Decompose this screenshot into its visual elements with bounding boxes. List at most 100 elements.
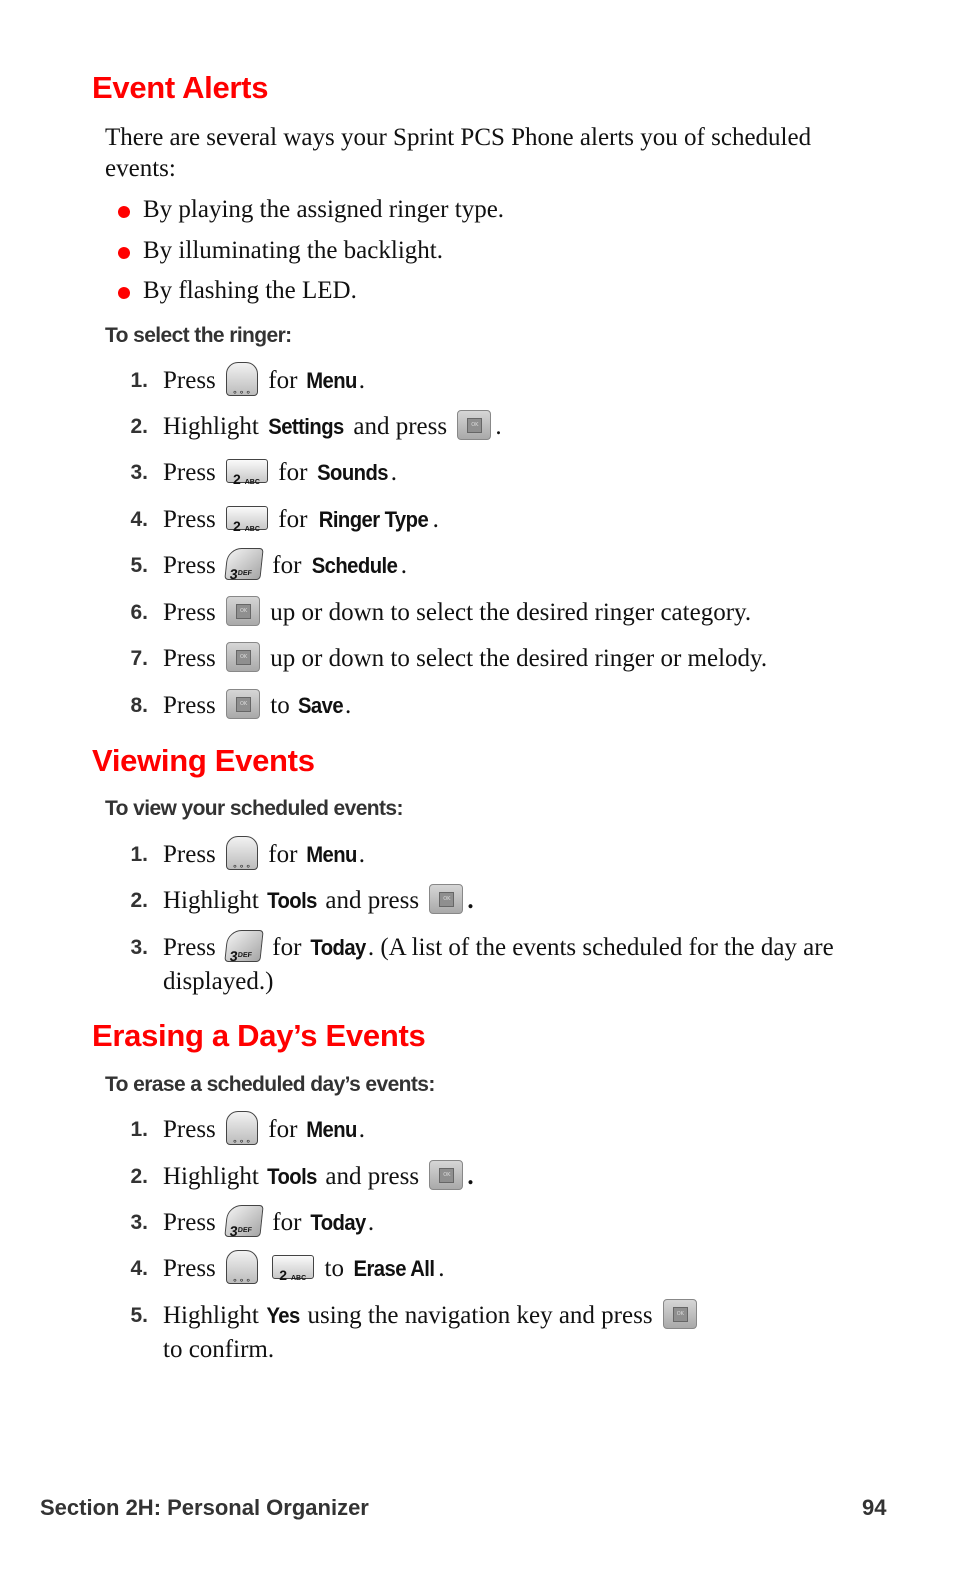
step-text: and press (353, 413, 448, 440)
ok-key-icon: OK (226, 596, 261, 627)
step-text: Press (163, 1255, 216, 1282)
ok-key-icon: OK (226, 689, 261, 720)
keyword: Yes (266, 1303, 301, 1328)
step-text: . (390, 459, 398, 486)
step-text: . (A list of the events scheduled for th… (163, 934, 834, 996)
step-text: Highlight (163, 1163, 259, 1190)
ok-key-icon: OK (662, 1299, 697, 1330)
bullet-text: By illuminating the backlight. (143, 237, 443, 264)
step-number: 1. (130, 369, 148, 392)
step-number: 1. (130, 1118, 148, 1141)
step-text: . (438, 1255, 445, 1282)
step-text: . (467, 1163, 474, 1190)
step-text: Press (163, 645, 216, 672)
keyword: Tools (267, 888, 317, 913)
3-def-key-icon: 3DEF (224, 1205, 264, 1239)
step-text: Press (163, 1116, 216, 1143)
step-number: 2. (130, 415, 148, 438)
subheading-select-ringer: To select the ringer: (105, 324, 292, 347)
step-text: Highlight (163, 413, 259, 440)
step-text: Highlight (163, 1302, 259, 1329)
step-number: 8. (130, 694, 148, 717)
step-number: 3. (130, 1211, 148, 1234)
step-text: to confirm. (163, 1336, 275, 1363)
step-text: and press (325, 1163, 420, 1190)
step-text: up or down to select the desired ringer … (270, 599, 752, 626)
step-text: . (358, 1116, 365, 1143)
ok-key-icon: OK (457, 410, 492, 441)
bullet-dot-icon (118, 287, 130, 299)
step-text: Press (163, 367, 216, 394)
subheading-erase-events: To erase a scheduled day’s events: (105, 1073, 435, 1096)
step-number: 4. (130, 508, 148, 531)
3-def-key-icon: 3DEF (224, 930, 264, 964)
keyword: Sounds (316, 460, 388, 485)
menu-key-icon: ∘∘∘ (226, 362, 259, 398)
step-text: to (324, 1255, 344, 1282)
3-def-key-icon: 3DEF (224, 548, 264, 582)
keyword: Today (310, 1210, 366, 1235)
step-text: Press (163, 934, 216, 961)
bullet-dot-icon (118, 247, 130, 259)
step-number: 1. (130, 843, 148, 866)
manual-page: Event Alerts There are several ways your… (0, 0, 954, 1590)
step-text: for (272, 1209, 302, 1236)
step-number: 3. (130, 936, 148, 959)
keyword: Menu (305, 1117, 357, 1142)
step-text: for (278, 459, 308, 486)
keyword: Ringer Type (318, 507, 428, 532)
bullet-dot-icon (118, 206, 130, 218)
keyword: Erase All (353, 1256, 435, 1281)
step-text: for (272, 934, 302, 961)
step-text: . (358, 367, 365, 394)
step-text: . (344, 692, 352, 719)
step-text: Press (163, 552, 216, 579)
bullet-text: By playing the assigned ringer type. (143, 196, 505, 223)
step-text: Press (163, 1209, 216, 1236)
footer-section-title: Section 2H: Personal Organizer (40, 1495, 369, 1520)
step-text: Highlight (163, 887, 259, 914)
step-text: for (268, 841, 298, 868)
step-text: . (467, 887, 474, 914)
2-abc-key-icon: 2 ABC (272, 1255, 315, 1283)
keyword: Schedule (311, 553, 397, 578)
step-text: up or down to select the desired ringer … (270, 645, 768, 672)
step-text: Press (163, 506, 216, 533)
step-text: to (270, 692, 290, 719)
step-text: . (432, 506, 439, 533)
step-text: and press (325, 887, 420, 914)
bullet-item: By flashing the LED. (118, 277, 357, 305)
step-text: Press (163, 599, 216, 626)
keyword: Today (310, 935, 366, 960)
step-number: 4. (130, 1257, 148, 1280)
keyword: Settings (268, 414, 344, 439)
step-text: . (400, 552, 407, 579)
ok-key-icon: OK (429, 884, 464, 915)
keyword: Save (297, 693, 344, 718)
step-number: 7. (130, 647, 148, 670)
step-text: for (268, 1116, 298, 1143)
step-number: 5. (130, 1304, 148, 1327)
2-abc-key-icon: 2 ABC (226, 506, 269, 534)
page-number: 94 (862, 1495, 887, 1520)
ok-key-icon: OK (429, 1160, 464, 1191)
keyword: Menu (305, 368, 357, 393)
bullet-item: By playing the assigned ringer type. (118, 196, 504, 224)
menu-key-icon: ∘∘∘ (226, 1250, 259, 1286)
step-number: 2. (130, 889, 148, 912)
bullet-item: By illuminating the backlight. (118, 237, 443, 265)
subheading-view-events: To view your scheduled events: (105, 797, 403, 820)
heading-viewing-events: Viewing Events (92, 743, 315, 778)
step-number: 3. (130, 461, 148, 484)
step-text: for (278, 506, 308, 533)
step-text: Press (163, 692, 216, 719)
keyword: Menu (305, 842, 357, 867)
heading-erasing-events: Erasing a Day’s Events (92, 1018, 426, 1053)
step-text: Press (163, 459, 216, 486)
ok-key-icon: OK (226, 642, 261, 673)
step-text: for (272, 552, 302, 579)
intro-paragraph: There are several ways your Sprint PCS P… (105, 124, 812, 182)
menu-key-icon: ∘∘∘ (226, 1111, 259, 1147)
step-text: using the navigation key and press (307, 1302, 653, 1329)
2-abc-key-icon: 2 ABC (226, 459, 269, 487)
